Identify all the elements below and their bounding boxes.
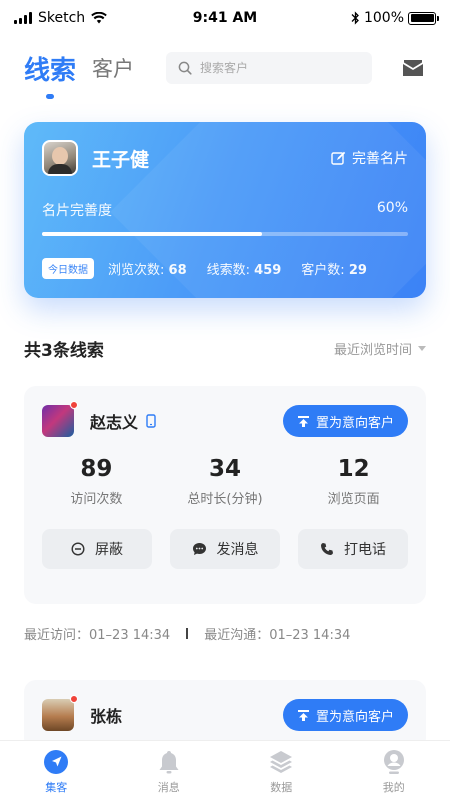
progress-value: 60%	[376, 200, 408, 216]
upload-icon	[297, 709, 309, 721]
nav-label: 数据	[270, 781, 293, 794]
unread-dot	[70, 401, 78, 409]
nav-label: 我的	[382, 781, 405, 794]
set-intent-button[interactable]: 置为意向客户	[282, 699, 408, 731]
nav-item-collect[interactable]: 集客	[0, 741, 113, 800]
leads-label: 线索数:	[206, 263, 251, 278]
call-label: 打电话	[344, 542, 386, 558]
metric-label: 浏览页面	[327, 492, 380, 507]
status-bar: Sketch 9:41 AM 100%	[0, 0, 450, 36]
unread-dot	[70, 695, 78, 703]
nav-item-data[interactable]: 数据	[225, 741, 338, 800]
edit-icon	[331, 151, 346, 165]
battery-percent: 100%	[363, 10, 404, 26]
today-badge: 今日数据	[42, 258, 94, 279]
tab-leads[interactable]: 线索	[24, 50, 76, 87]
upload-icon	[297, 415, 309, 427]
avatar	[42, 140, 78, 176]
bell-icon	[159, 751, 179, 774]
profile-card[interactable]: 王子健 完善名片 名片完善度 60% 今日数据 浏览次数: 68 线索数: 45…	[24, 122, 426, 298]
layers-icon	[270, 751, 293, 773]
compass-icon	[44, 750, 69, 774]
call-button[interactable]: 打电话	[298, 529, 408, 569]
metric-value: 89	[80, 456, 113, 482]
complete-card-button[interactable]: 完善名片	[331, 148, 408, 168]
metric-label: 访问次数	[70, 492, 123, 507]
leads-section-header: 共3条线索 最近浏览时间	[24, 336, 426, 361]
header: 线索 客户	[0, 42, 450, 94]
section-title: 共3条线索	[24, 341, 104, 361]
avatar	[42, 401, 78, 437]
search-bar[interactable]	[166, 52, 373, 84]
last-visit: 最近访问：01–23 14:34	[24, 628, 171, 643]
profile-name: 王子健	[92, 148, 150, 171]
visits-metric: 89 访问次数	[32, 456, 161, 507]
carrier-label: Sketch	[38, 10, 86, 26]
leads-stat: 线索数: 459	[207, 259, 282, 278]
nav-label: 消息	[157, 781, 180, 794]
sort-dropdown[interactable]: 最近浏览时间	[334, 339, 426, 358]
search-input[interactable]	[200, 61, 351, 75]
set-intent-label: 置为意向客户	[315, 415, 394, 431]
mail-button[interactable]	[400, 55, 426, 81]
chevron-down-icon	[418, 346, 426, 351]
customers-value: 29	[348, 263, 367, 278]
metric-value: 12	[337, 456, 370, 482]
sort-label: 最近浏览时间	[333, 343, 412, 358]
block-button[interactable]: 屏蔽	[42, 529, 152, 569]
message-label: 发消息	[216, 542, 259, 558]
pages-metric: 12 浏览页面	[289, 456, 418, 507]
divider	[186, 628, 189, 639]
wifi-icon	[91, 12, 107, 24]
search-icon	[178, 61, 192, 75]
metric-label: 总时长(分钟)	[187, 492, 263, 507]
nav-label: 集客	[45, 781, 68, 794]
status-time: 9:41 AM	[192, 10, 258, 26]
message-button[interactable]: 发消息	[170, 529, 280, 569]
lead-meta: 最近访问：01–23 14:34 最近沟通：01–23 14:34	[24, 624, 350, 643]
views-stat: 浏览次数: 68	[108, 259, 187, 278]
progress-fill	[42, 232, 262, 236]
metric-value: 34	[209, 456, 242, 482]
tab-customers[interactable]: 客户	[92, 53, 134, 83]
progress-bar	[42, 232, 408, 236]
set-intent-label: 置为意向客户	[315, 709, 394, 725]
lead-name: 张栋	[90, 707, 123, 726]
block-icon	[71, 542, 85, 556]
customers-stat: 客户数: 29	[301, 259, 367, 278]
bluetooth-icon	[351, 11, 359, 25]
phone-icon	[321, 543, 333, 555]
mobile-icon	[146, 414, 156, 428]
signal-icon	[14, 12, 32, 24]
last-contact: 最近沟通：01–23 14:34	[204, 628, 351, 643]
customers-label: 客户数:	[301, 263, 345, 278]
progress-label: 名片完善度	[42, 203, 112, 219]
avatar	[42, 695, 78, 731]
views-label: 浏览次数:	[108, 263, 165, 278]
nav-item-mine[interactable]: 我的	[338, 741, 450, 800]
battery-icon	[408, 11, 439, 25]
block-label: 屏蔽	[95, 542, 123, 558]
complete-card-label: 完善名片	[352, 151, 408, 167]
leads-value: 459	[254, 263, 282, 278]
mail-icon	[403, 60, 423, 76]
lead-card[interactable]: 赵志义 置为意向客户 89 访问次数 34 总时长(分钟) 12 浏览页面 屏蔽…	[24, 386, 426, 604]
duration-metric: 34 总时长(分钟)	[161, 456, 290, 507]
profile-icon	[383, 750, 404, 774]
set-intent-button[interactable]: 置为意向客户	[282, 405, 408, 437]
nav-item-messages[interactable]: 消息	[113, 741, 226, 800]
chat-icon	[192, 543, 206, 555]
views-value: 68	[168, 263, 187, 278]
lead-name: 赵志义	[90, 413, 139, 432]
bottom-nav: 集客 消息 数据 我的	[0, 740, 450, 800]
